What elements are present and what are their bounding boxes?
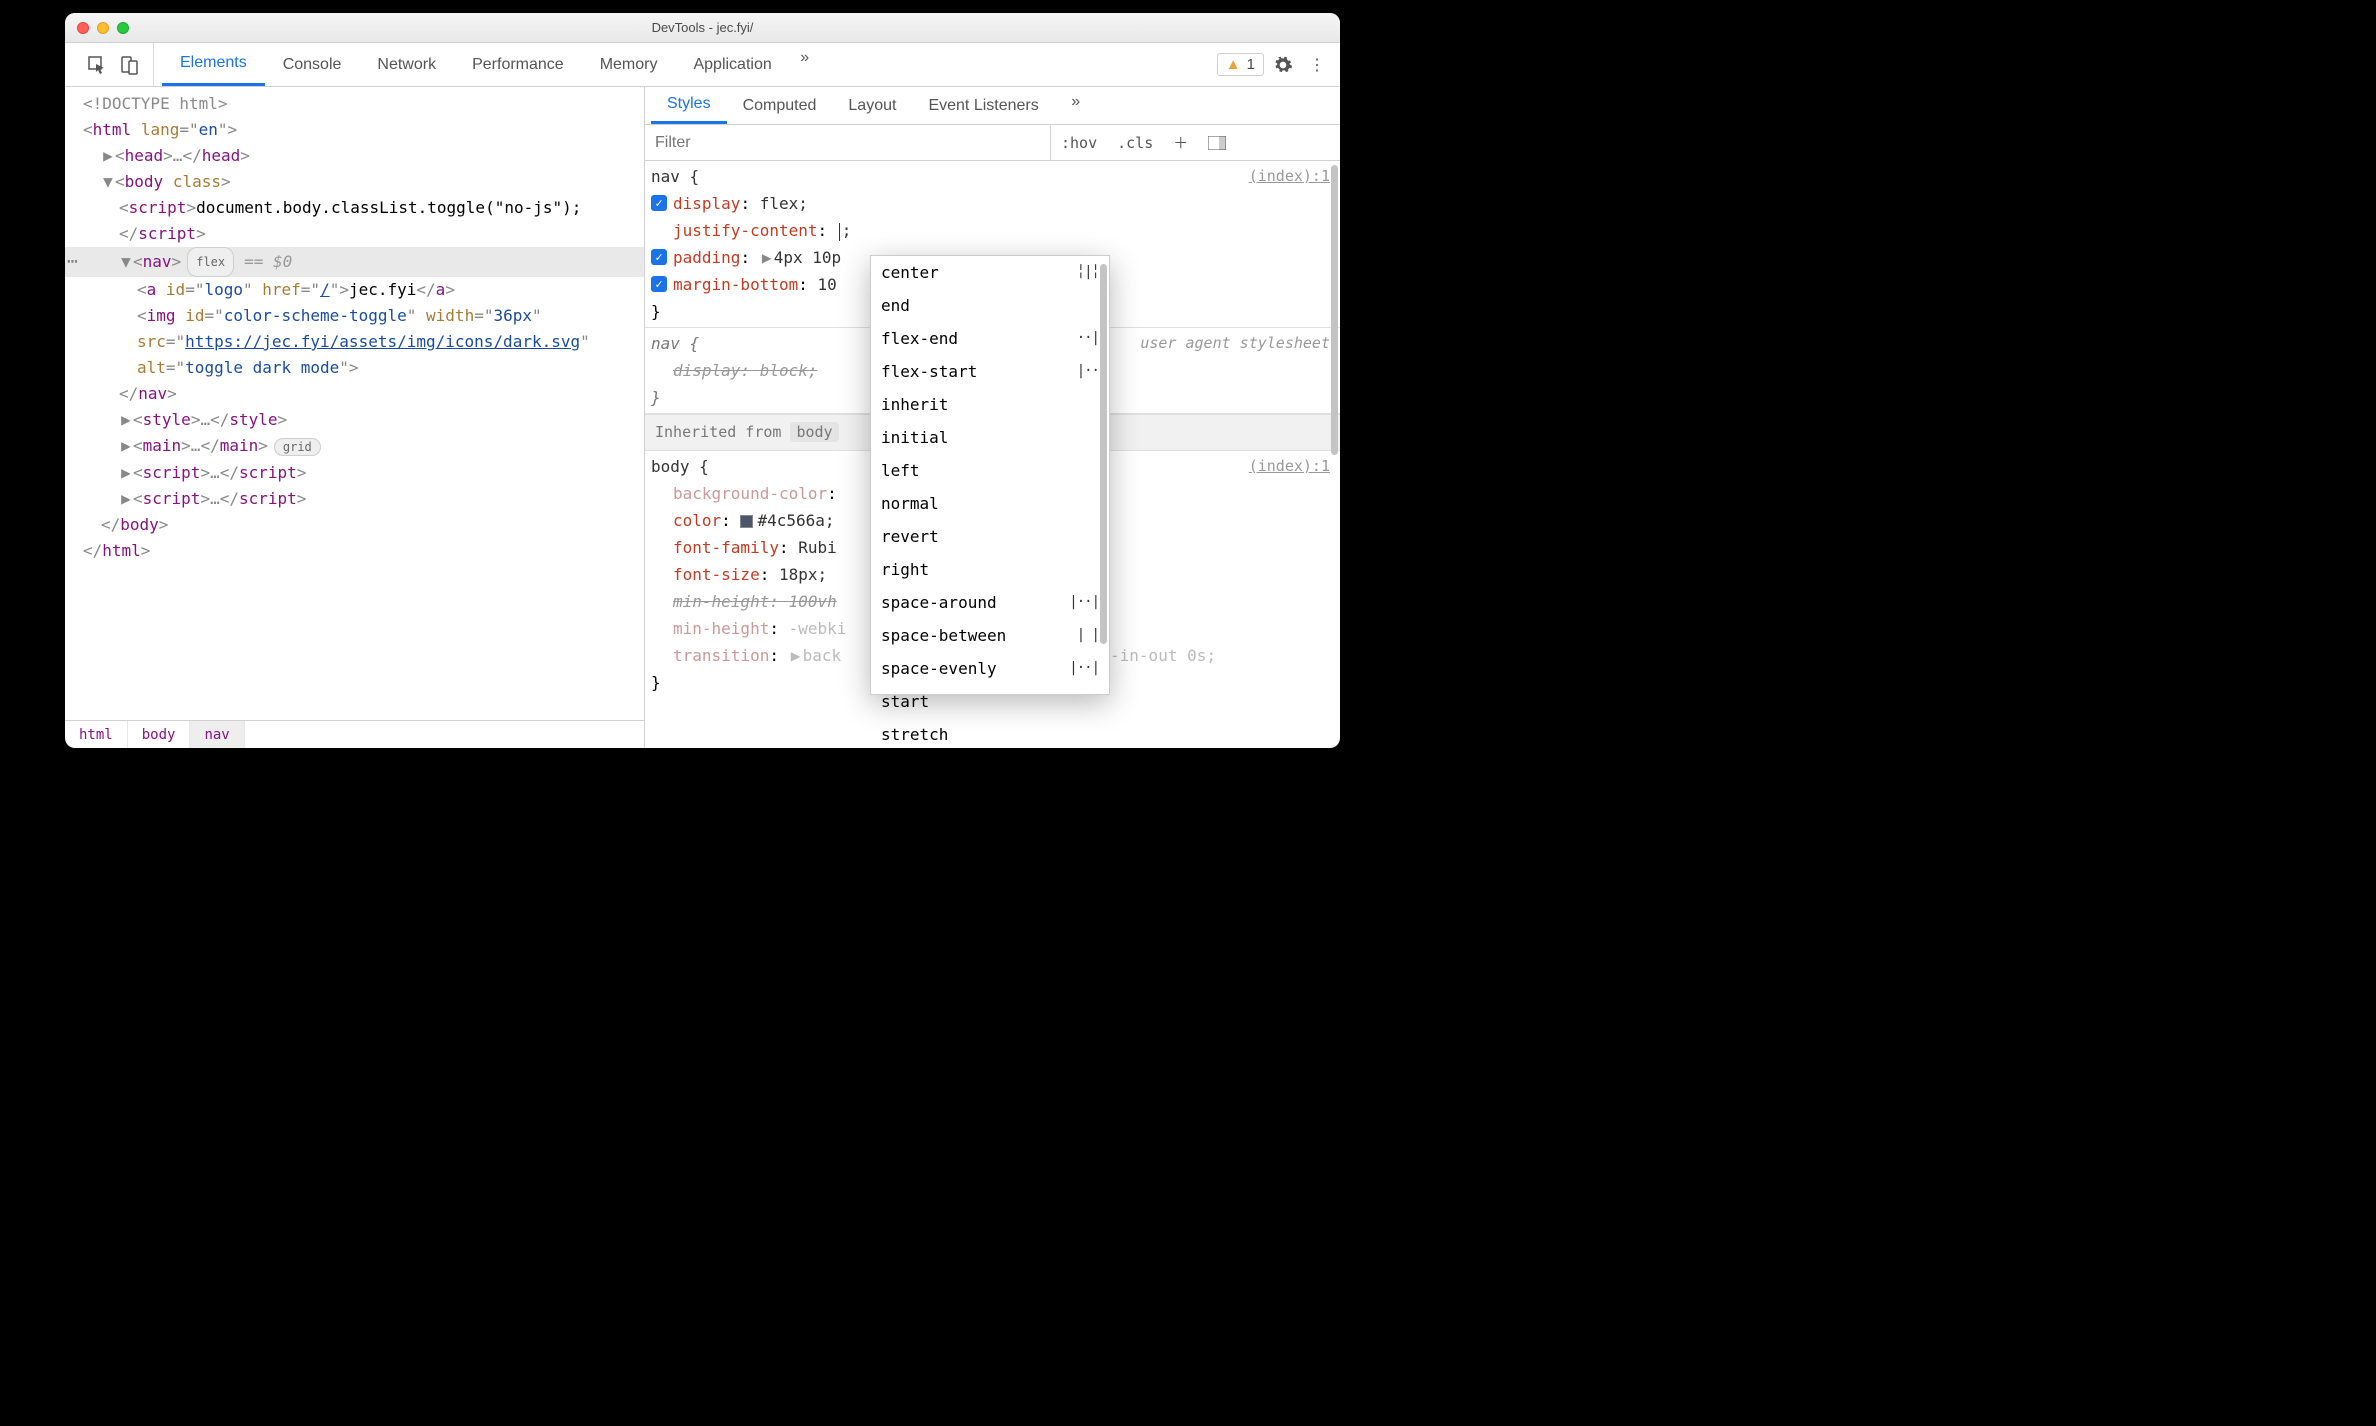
suggest-option[interactable]: end: [871, 289, 1109, 322]
rule-source-link[interactable]: (index):1: [1249, 453, 1330, 480]
inspect-element-icon[interactable]: [83, 51, 111, 79]
checkbox-icon[interactable]: [651, 276, 667, 292]
prop-justify-content[interactable]: justify-content: ;: [651, 217, 1330, 244]
styles-filter-bar: :hov .cls ＋: [645, 125, 1340, 161]
dom-html-close[interactable]: </html>: [65, 538, 644, 564]
tab-application[interactable]: Application: [675, 43, 789, 86]
new-style-rule-icon[interactable]: ＋: [1163, 125, 1198, 161]
row-actions-icon[interactable]: ⋯: [67, 249, 78, 275]
more-options-icon[interactable]: ⋮: [1302, 50, 1332, 80]
dom-script-a[interactable]: ▶<script>…</script>: [65, 460, 644, 486]
suggest-option[interactable]: initial: [871, 421, 1109, 454]
text-caret: [839, 223, 840, 241]
hov-button[interactable]: :hov: [1051, 125, 1107, 161]
suggest-option[interactable]: right: [871, 553, 1109, 586]
dom-script-inline[interactable]: <script>document.body.classList.toggle("…: [65, 195, 644, 247]
titlebar: DevTools - jec.fyi/: [65, 13, 1340, 43]
suggest-option[interactable]: stretch: [871, 718, 1109, 748]
computed-sidebar-toggle-icon[interactable]: [1198, 125, 1236, 161]
dom-tree[interactable]: <!DOCTYPE html> <html lang="en"> ▶<head>…: [65, 87, 644, 720]
align-space-between-icon: | |: [1077, 622, 1099, 649]
align-flex-start-icon: |··: [1077, 358, 1099, 385]
suggest-option[interactable]: start: [871, 685, 1109, 718]
checkbox-icon[interactable]: [651, 195, 667, 211]
sidebar-tabs: Styles Computed Layout Event Listeners »: [645, 87, 1340, 125]
dom-script-b[interactable]: ▶<script>…</script>: [65, 486, 644, 512]
device-toolbar-icon[interactable]: [115, 51, 143, 79]
panel-tabs: Elements Console Network Performance Mem…: [162, 43, 820, 86]
align-space-evenly-icon: |··|: [1069, 655, 1099, 682]
tab-performance[interactable]: Performance: [454, 43, 582, 86]
breadcrumbs: html body nav: [65, 720, 644, 748]
dom-body-close[interactable]: </body>: [65, 512, 644, 538]
suggest-option[interactable]: space-between| |: [871, 619, 1109, 652]
elements-panel: <!DOCTYPE html> <html lang="en"> ▶<head>…: [65, 87, 645, 748]
tab-computed[interactable]: Computed: [727, 87, 833, 124]
warnings-badge[interactable]: ▲ 1: [1217, 53, 1264, 76]
flex-badge[interactable]: flex: [187, 247, 234, 277]
tab-memory[interactable]: Memory: [582, 43, 676, 86]
suggest-scrollbar[interactable]: [1100, 260, 1107, 690]
suggest-option[interactable]: flex-end··|: [871, 322, 1109, 355]
settings-icon[interactable]: [1268, 50, 1298, 80]
crumb-nav[interactable]: nav: [190, 721, 244, 748]
main-toolbar: Elements Console Network Performance Mem…: [65, 43, 1340, 87]
window-title: DevTools - jec.fyi/: [65, 20, 1340, 35]
warning-icon: ▲: [1226, 56, 1241, 73]
crumb-html[interactable]: html: [65, 721, 128, 748]
more-sidebar-tabs-icon[interactable]: »: [1061, 87, 1091, 117]
suggest-option[interactable]: space-evenly|··|: [871, 652, 1109, 685]
scrollbar[interactable]: [1331, 165, 1338, 744]
suggest-option[interactable]: revert: [871, 520, 1109, 553]
suggest-option[interactable]: flex-start|··: [871, 355, 1109, 388]
more-tabs-icon[interactable]: »: [790, 43, 820, 73]
autocomplete-popup: center╎|╎ end flex-end··| flex-start|·· …: [870, 255, 1110, 695]
suggest-option[interactable]: left: [871, 454, 1109, 487]
dom-img-toggle[interactable]: <img id="color-scheme-toggle" width="36p…: [65, 303, 644, 381]
suggest-option[interactable]: normal: [871, 487, 1109, 520]
tab-network[interactable]: Network: [359, 43, 454, 86]
checkbox-icon[interactable]: [651, 249, 667, 265]
dom-head[interactable]: ▶<head>…</head>: [65, 143, 644, 169]
tab-event-listeners[interactable]: Event Listeners: [912, 87, 1054, 124]
rule-source-link[interactable]: (index):1: [1249, 163, 1330, 190]
align-center-icon: ╎|╎: [1077, 259, 1099, 286]
dom-main[interactable]: ▶<main>…</main>grid: [65, 433, 644, 460]
dom-body[interactable]: ▼<body class>: [65, 169, 644, 195]
tab-styles[interactable]: Styles: [651, 87, 727, 124]
tab-elements[interactable]: Elements: [162, 43, 265, 86]
styles-sidebar: Styles Computed Layout Event Listeners »…: [645, 87, 1340, 748]
dom-nav-selected[interactable]: ⋯ ▼<nav> flex == $0: [65, 247, 644, 277]
dom-a-logo[interactable]: <a id="logo" href="/">jec.fyi</a>: [65, 277, 644, 303]
devtools-window: DevTools - jec.fyi/ Elements Console Net…: [65, 13, 1340, 748]
color-swatch-icon[interactable]: [740, 515, 753, 528]
dom-html[interactable]: <html lang="en">: [65, 117, 644, 143]
crumb-body[interactable]: body: [128, 721, 191, 748]
suggest-option[interactable]: center╎|╎: [871, 256, 1109, 289]
cls-button[interactable]: .cls: [1107, 125, 1163, 161]
dom-doctype: <!DOCTYPE html>: [83, 94, 228, 113]
align-space-around-icon: |··|: [1069, 589, 1099, 616]
grid-badge[interactable]: grid: [274, 438, 321, 456]
prop-display[interactable]: display: flex;: [651, 190, 1330, 217]
dom-style[interactable]: ▶<style>…</style>: [65, 407, 644, 433]
dom-nav-close[interactable]: </nav>: [65, 381, 644, 407]
suggest-option[interactable]: inherit: [871, 388, 1109, 421]
warning-count: 1: [1247, 56, 1255, 73]
tab-console[interactable]: Console: [265, 43, 360, 86]
tab-layout[interactable]: Layout: [832, 87, 912, 124]
styles-rules[interactable]: nav { (index):1 display: flex; justify-c…: [645, 161, 1340, 748]
styles-filter-input[interactable]: [645, 125, 1051, 160]
align-flex-end-icon: ··|: [1077, 325, 1099, 352]
suggest-option[interactable]: space-around|··|: [871, 586, 1109, 619]
rule-source-ua: user agent stylesheet: [1140, 330, 1330, 357]
dollar-zero: == $0: [244, 249, 292, 275]
